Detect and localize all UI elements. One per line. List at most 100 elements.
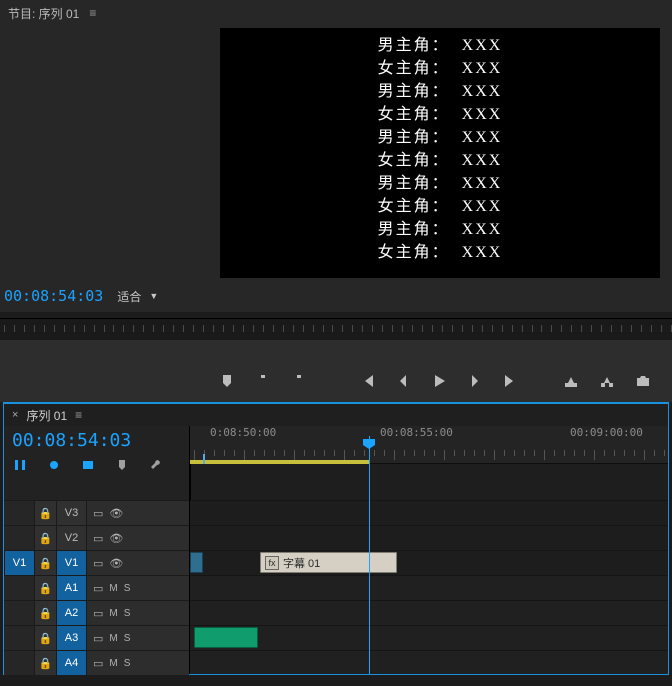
credit-line: 女主角： XXX (378, 103, 503, 126)
credit-line: 男主角： XXX (378, 172, 503, 195)
mute-toggle[interactable]: M (109, 608, 117, 619)
eye-icon[interactable]: 👁 (109, 532, 123, 545)
in-point-marker[interactable] (203, 454, 205, 464)
track-header-v3[interactable]: 🔒 V3 ▭ 👁 (4, 500, 189, 525)
track-output-icon[interactable]: ▭ (93, 532, 103, 545)
program-monitor-panel: 节目: 序列 01 ≡ 男主角： XXX女主角： XXX男主角： XXX女主角：… (0, 0, 672, 312)
timeline-settings-marker-icon[interactable] (114, 457, 130, 473)
track-label-v3[interactable]: V3 (56, 501, 86, 525)
timeline-tracks-area[interactable]: 0:08:50:0000:08:55:0000:09:00:00 fx 字幕 0… (190, 426, 668, 674)
ruler-time-label: 00:08:55:00 (380, 426, 453, 439)
export-frame-button[interactable] (634, 372, 652, 390)
panel-menu-icon[interactable]: ≡ (89, 6, 96, 20)
add-marker-icon[interactable] (80, 457, 96, 473)
extract-button[interactable] (598, 372, 616, 390)
program-panel-header: 节目: 序列 01 ≡ (0, 0, 672, 26)
track-lane-v2[interactable] (190, 525, 668, 550)
solo-toggle[interactable]: S (124, 608, 131, 619)
solo-toggle[interactable]: S (124, 633, 131, 644)
mute-toggle[interactable]: M (109, 658, 117, 669)
track-header-a1[interactable]: 🔒 A1 ▭ M S (4, 575, 189, 600)
work-area-bar[interactable] (190, 460, 370, 464)
credit-line: 女主角： XXX (378, 241, 503, 264)
mute-toggle[interactable]: M (109, 583, 117, 594)
lock-icon[interactable]: 🔒 (34, 626, 56, 650)
clip-label: 字幕 01 (283, 555, 320, 571)
timeline-track-headers: 00:08:54:03 🔒 V3 ▭ 👁 (4, 426, 190, 674)
timeline-panel-menu-icon[interactable]: ≡ (75, 408, 82, 422)
credit-line: 女主角： XXX (378, 195, 503, 218)
credit-line: 男主角： XXX (378, 80, 503, 103)
track-header-a4[interactable]: 🔒 A4 ▭ M S (4, 650, 189, 675)
program-title: 节目: 序列 01 (8, 5, 79, 22)
track-label-a1[interactable]: A1 (56, 576, 86, 600)
go-to-out-button[interactable] (502, 372, 520, 390)
timeline-panel: × 序列 01 ≡ 00:08:54:03 🔒 V3 (3, 402, 669, 675)
program-monitor-viewport: 男主角： XXX女主角： XXX男主角： XXX女主角： XXX男主角： XXX… (220, 28, 660, 278)
track-lane-a1[interactable] (190, 575, 668, 600)
close-tab-icon[interactable]: × (12, 409, 18, 421)
time-ruler[interactable]: 0:08:50:0000:08:55:0000:09:00:00 (190, 426, 668, 464)
eye-icon[interactable]: 👁 (109, 507, 123, 520)
track-header-v2[interactable]: 🔒 V2 ▭ 👁 (4, 525, 189, 550)
track-output-icon[interactable]: ▭ (93, 632, 103, 645)
credit-line: 男主角： XXX (378, 34, 503, 57)
track-label-a4[interactable]: A4 (56, 651, 86, 675)
go-to-in-button[interactable] (358, 372, 376, 390)
timeline-body: 00:08:54:03 🔒 V3 ▭ 👁 (4, 426, 668, 674)
program-monitor-footer: 00:08:54:03 适合 ▼ (0, 278, 672, 308)
lift-button[interactable] (562, 372, 580, 390)
source-patch-v1[interactable]: V1 (4, 551, 34, 575)
lock-icon[interactable]: 🔒 (34, 601, 56, 625)
track-output-icon[interactable]: ▭ (93, 557, 103, 570)
solo-toggle[interactable]: S (124, 658, 131, 669)
mute-toggle[interactable]: M (109, 633, 117, 644)
timeline-wrench-icon[interactable] (148, 457, 164, 473)
program-monitor-ruler[interactable] (0, 318, 672, 340)
lock-icon[interactable]: 🔒 (34, 576, 56, 600)
program-timecode[interactable]: 00:08:54:03 (4, 287, 103, 305)
track-header-v1[interactable]: V1 🔒 V1 ▭ 👁 (4, 550, 189, 575)
track-lane-a2[interactable] (190, 600, 668, 625)
track-lane-a4[interactable] (190, 650, 668, 674)
track-label-a2[interactable]: A2 (56, 601, 86, 625)
lock-icon[interactable]: 🔒 (34, 551, 56, 575)
solo-toggle[interactable]: S (124, 583, 131, 594)
track-output-icon[interactable]: ▭ (93, 507, 103, 520)
track-header-a2[interactable]: 🔒 A2 ▭ M S (4, 600, 189, 625)
mark-out-button[interactable] (290, 372, 308, 390)
eye-icon[interactable]: 👁 (109, 557, 123, 570)
credit-line: 女主角： XXX (378, 57, 503, 80)
fx-badge-icon: fx (265, 556, 279, 570)
track-output-icon[interactable]: ▭ (93, 607, 103, 620)
playhead[interactable] (369, 436, 370, 674)
track-output-icon[interactable]: ▭ (93, 657, 103, 670)
subtitle-clip[interactable]: fx 字幕 01 (260, 552, 397, 573)
track-lane-v3[interactable] (190, 500, 668, 525)
credit-line: 男主角： XXX (378, 126, 503, 149)
video-clip-fragment[interactable] (190, 552, 203, 573)
track-label-v1[interactable]: V1 (56, 551, 86, 575)
track-label-a3[interactable]: A3 (56, 626, 86, 650)
mark-in-button[interactable] (254, 372, 272, 390)
lock-icon[interactable]: 🔒 (34, 526, 56, 550)
audio-clip-green[interactable] (194, 627, 258, 648)
add-marker-button[interactable] (218, 372, 236, 390)
lock-icon[interactable]: 🔒 (34, 501, 56, 525)
track-output-icon[interactable]: ▭ (93, 582, 103, 595)
lock-icon[interactable]: 🔒 (34, 651, 56, 675)
timeline-timecode[interactable]: 00:08:54:03 (12, 430, 181, 451)
step-forward-button[interactable] (466, 372, 484, 390)
snap-toggle-icon[interactable] (12, 457, 28, 473)
playback-controls-bar (0, 340, 672, 402)
track-lane-a3[interactable] (190, 625, 668, 650)
track-label-v2[interactable]: V2 (56, 526, 86, 550)
play-button[interactable] (430, 372, 448, 390)
sequence-tab[interactable]: 序列 01 (26, 407, 67, 424)
step-back-button[interactable] (394, 372, 412, 390)
zoom-fit-label: 适合 (117, 288, 141, 305)
track-header-a3[interactable]: 🔒 A3 ▭ M S (4, 625, 189, 650)
linked-selection-icon[interactable] (46, 457, 62, 473)
zoom-fit-dropdown[interactable]: 适合 ▼ (117, 288, 158, 305)
credit-line: 男主角： XXX (378, 218, 503, 241)
